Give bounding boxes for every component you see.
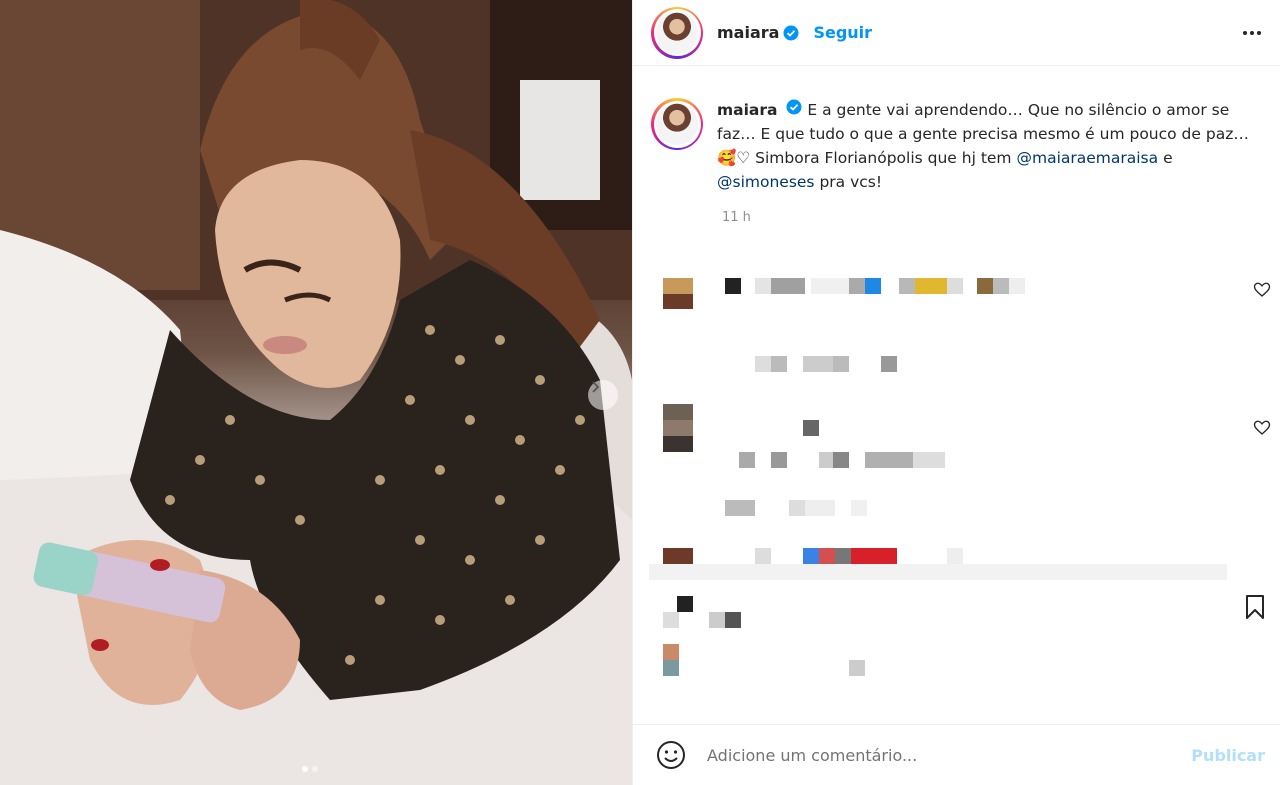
heart-icon[interactable] [1253,419,1271,437]
post-header: maiara Seguir [633,0,1280,66]
comment-input[interactable] [707,745,1167,765]
post-details-panel: maiara Seguir maiara E a gente vai apren… [632,0,1280,785]
post-username[interactable]: maiara [717,23,779,42]
post-timestamp[interactable]: 11 h [722,210,1271,225]
comment-text-censored [755,548,771,564]
caption-line-1: E a gente vai aprendendo… Que no silênci… [807,101,1230,119]
comment-avatar [663,278,693,294]
save-icon[interactable] [1241,593,1269,621]
comment-text-censored [803,420,819,436]
verified-icon [783,25,799,41]
publish-button[interactable]: Publicar [1191,746,1265,765]
caption-emoji: 🥰♡ [717,149,751,167]
caption-text: maiara E a gente vai aprendendo… Que no … [717,98,1271,194]
more-icon[interactable] [1240,21,1264,45]
caption-avatar[interactable] [651,98,703,150]
caption-end: pra vcs! [819,173,883,191]
comment-avatar [663,548,693,564]
caption: maiara E a gente vai aprendendo… Que no … [651,98,1271,225]
avatar[interactable] [651,6,703,59]
caption-and: e [1163,149,1173,167]
comments-list [633,262,1280,682]
carousel-dot [312,766,318,772]
chevron-right-icon [592,381,600,393]
verified-icon [786,99,802,115]
carousel-next-button[interactable] [588,380,618,410]
comment-avatar [663,644,679,660]
follow-button[interactable]: Seguir [813,23,872,42]
photo-illustration [0,0,632,785]
comment-avatar [663,404,693,420]
comment-text-censored [677,596,693,612]
post-photo[interactable] [0,0,632,785]
emoji-icon[interactable] [655,739,687,771]
carousel-dots [302,766,318,772]
add-comment-bar: Publicar [633,724,1280,785]
mention-link[interactable]: @maiaraemaraisa [1016,149,1158,167]
caption-line-2: faz… E que tudo o que a gente precisa me… [717,125,1249,143]
carousel-dot-active [302,766,308,772]
caption-username[interactable]: maiara [717,101,778,119]
comment-text-censored [725,278,741,294]
caption-line-3: Simbora Florianópolis que hj tem [755,149,1012,167]
heart-icon[interactable] [1253,281,1271,299]
mention-link[interactable]: @simoneses [717,173,815,191]
horizontal-scrollbar[interactable] [649,564,1227,580]
